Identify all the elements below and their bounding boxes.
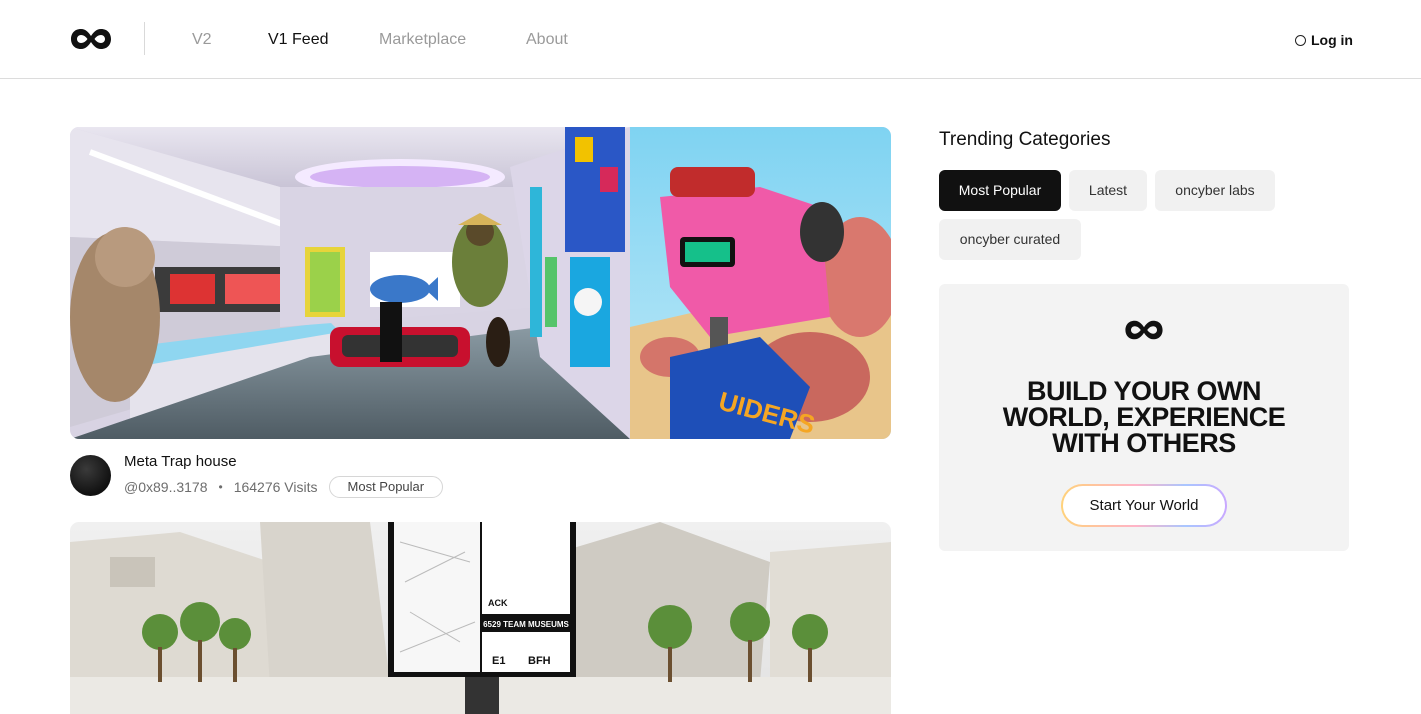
start-your-world-button[interactable]: Start Your World xyxy=(1061,484,1227,527)
category-most-popular[interactable]: Most Popular xyxy=(939,170,1061,211)
circle-icon xyxy=(1295,34,1306,46)
feed-item-author[interactable]: @0x89..3178 xyxy=(124,476,208,498)
category-oncyber-labs[interactable]: oncyber labs xyxy=(1155,170,1275,211)
gallery-room-image: UIDERS xyxy=(70,127,891,439)
top-header: V2 V1 Feed Marketplace About Log in xyxy=(0,0,1421,79)
feed-item-thumbnail[interactable]: 6529 TEAM MUSEUMS ACK E1 BFH xyxy=(70,522,891,714)
oncyber-logo-icon xyxy=(1125,320,1163,340)
meta-separator: • xyxy=(218,480,223,494)
svg-text:E1: E1 xyxy=(492,655,505,667)
feed-item-thumbnail[interactable]: UIDERS xyxy=(70,127,891,439)
login-label: Log in xyxy=(1311,32,1353,48)
build-world-promo: BUILD YOUR OWN WORLD, EXPERIENCE WITH OT… xyxy=(939,284,1349,551)
feed-item-tag[interactable]: Most Popular xyxy=(328,476,444,498)
author-avatar[interactable] xyxy=(70,455,111,496)
svg-text:BFH: BFH xyxy=(528,655,551,667)
nav-marketplace[interactable]: Marketplace xyxy=(379,30,466,50)
svg-text:ACK: ACK xyxy=(488,598,508,608)
login-button[interactable]: Log in xyxy=(1295,30,1353,50)
promo-headline: BUILD YOUR OWN WORLD, EXPERIENCE WITH OT… xyxy=(1002,376,1286,458)
svg-text:6529 TEAM MUSEUMS: 6529 TEAM MUSEUMS xyxy=(483,620,569,629)
feed-item-title[interactable]: Meta Trap house xyxy=(124,452,237,472)
nav-v2[interactable]: V2 xyxy=(192,30,212,50)
header-divider xyxy=(144,22,145,55)
category-latest[interactable]: Latest xyxy=(1069,170,1147,211)
nav-v1-feed[interactable]: V1 Feed xyxy=(268,30,328,50)
museum-plaza-image: 6529 TEAM MUSEUMS ACK E1 BFH xyxy=(70,522,891,714)
trending-categories-title: Trending Categories xyxy=(939,129,1111,150)
feed-item-visits: 164276 Visits xyxy=(233,479,318,495)
feed-item-meta: @0x89..3178 • 164276 Visits Most Popular xyxy=(124,476,444,498)
oncyber-logo-icon[interactable] xyxy=(69,25,113,53)
start-your-world-label: Start Your World xyxy=(1063,486,1225,525)
category-oncyber-curated[interactable]: oncyber curated xyxy=(939,219,1081,260)
nav-about[interactable]: About xyxy=(526,30,568,50)
